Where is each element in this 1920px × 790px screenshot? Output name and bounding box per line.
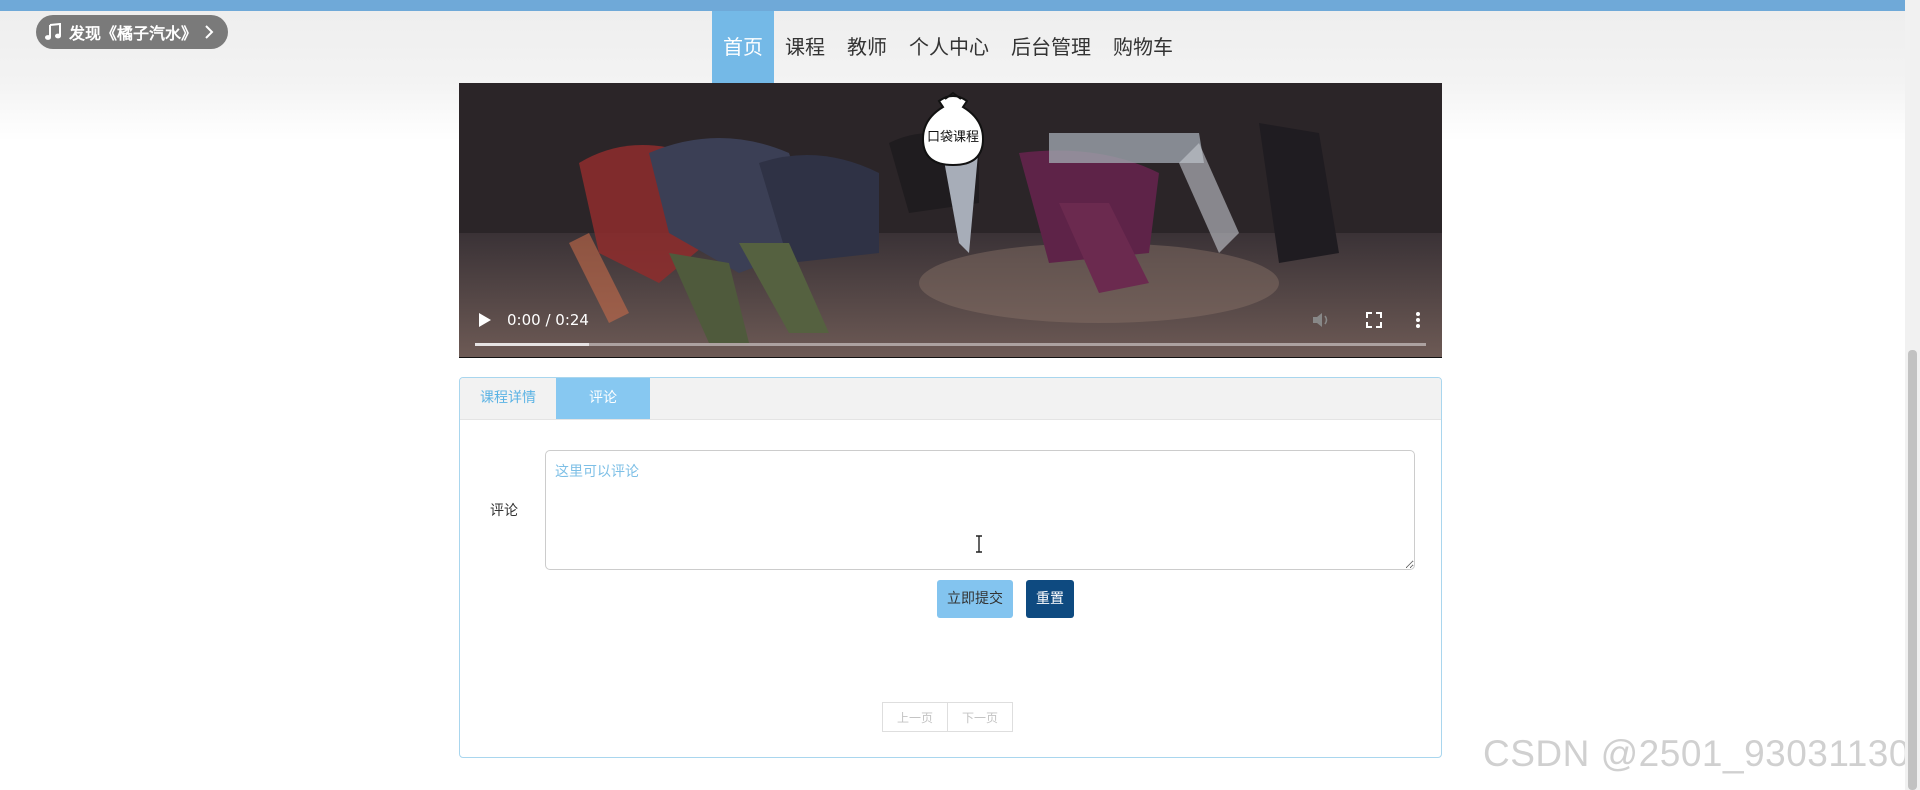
next-page-button[interactable]: 下一页 xyxy=(948,702,1014,732)
chevron-right-icon xyxy=(205,25,214,39)
music-discover-widget[interactable]: 发现《橘子汽水》 xyxy=(36,15,229,49)
main-nav: 首页 课程 教师 个人中心 后台管理 购物车 xyxy=(712,11,1184,83)
volume-icon[interactable] xyxy=(1311,311,1331,329)
nav-item-personal-center[interactable]: 个人中心 xyxy=(898,11,1000,83)
video-controls: 0:00 / 0:24 xyxy=(459,287,1442,357)
video-buffered-bar xyxy=(475,343,590,346)
nav-item-home[interactable]: 首页 xyxy=(712,11,774,83)
nav-item-teachers[interactable]: 教师 xyxy=(836,11,898,83)
course-tabs-panel: 课程详情 评论 评论 立即提交 重置 上一页 下一页 xyxy=(459,377,1442,758)
nav-item-courses[interactable]: 课程 xyxy=(774,11,836,83)
csdn-watermark: CSDN @2501_93031130 xyxy=(1483,733,1910,774)
course-video-player[interactable]: 口袋课程 0:00 / 0:24 xyxy=(459,83,1442,358)
reset-button[interactable]: 重置 xyxy=(1026,580,1074,618)
music-widget-label: 发现《橘子汽水》 xyxy=(69,24,198,43)
video-progress-bar[interactable] xyxy=(475,343,1426,346)
top-accent-strip xyxy=(0,0,1920,11)
nav-item-admin[interactable]: 后台管理 xyxy=(1000,11,1102,83)
prev-page-button[interactable]: 上一页 xyxy=(882,702,949,732)
comment-label: 评论 xyxy=(490,503,518,519)
course-logo-badge: 口袋课程 xyxy=(921,91,985,167)
music-note-icon xyxy=(45,23,61,40)
text-cursor-icon xyxy=(976,535,982,553)
logo-text: 口袋课程 xyxy=(927,130,979,145)
play-icon[interactable] xyxy=(477,311,493,329)
fullscreen-icon[interactable] xyxy=(1365,311,1383,329)
video-time: 0:00 / 0:24 xyxy=(507,311,589,329)
page-scrollbar-thumb[interactable] xyxy=(1908,350,1917,790)
nav-item-cart[interactable]: 购物车 xyxy=(1102,11,1184,83)
tab-bar: 课程详情 评论 xyxy=(460,378,1441,420)
pagination: 上一页 下一页 xyxy=(882,702,1014,732)
submit-button[interactable]: 立即提交 xyxy=(937,580,1013,618)
more-options-icon[interactable] xyxy=(1415,311,1421,329)
tab-comment[interactable]: 评论 xyxy=(556,378,650,419)
tab-course-details[interactable]: 课程详情 xyxy=(460,378,556,419)
